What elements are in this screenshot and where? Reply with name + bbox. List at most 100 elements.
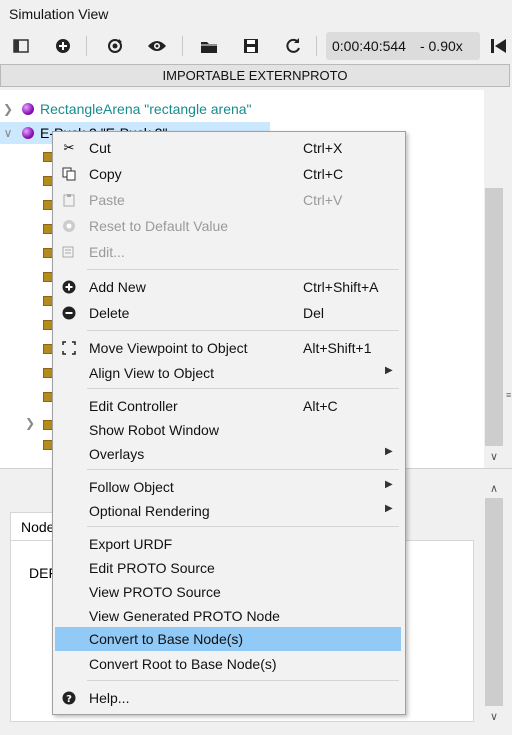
tree-item-label: RectangleArena "rectangle arena": [40, 101, 252, 117]
window-title: Simulation View: [9, 6, 109, 22]
menu-item-align-view[interactable]: Align View to Object ▶: [55, 361, 401, 385]
menu-separator: [87, 269, 399, 270]
chevron-right-icon[interactable]: ❯: [22, 416, 38, 430]
menu-item-label: Cut: [89, 140, 111, 156]
menu-item-overlays[interactable]: Overlays ▶: [55, 442, 401, 466]
step-back-icon[interactable]: [486, 33, 512, 59]
open-folder-icon[interactable]: [196, 33, 222, 59]
simulation-time: 0:00:40:544: [332, 38, 406, 54]
menu-item-optional-rendering[interactable]: Optional Rendering ▶: [55, 499, 401, 523]
menu-item-label: View PROTO Source: [89, 584, 221, 600]
menu-separator: [87, 469, 399, 470]
delete-icon: [61, 305, 77, 321]
paste-icon: [61, 192, 77, 208]
menu-item-shortcut: Del: [303, 305, 325, 321]
menu-separator: [87, 330, 399, 331]
scrollbar-thumb[interactable]: [485, 498, 503, 706]
menu-item-label: Export URDF: [89, 536, 173, 552]
menu-item-label: View Generated PROTO Node: [89, 608, 280, 624]
scroll-up-icon[interactable]: ∧: [484, 482, 504, 495]
menu-item-label: Edit PROTO Source: [89, 560, 215, 576]
scrollbar-thumb[interactable]: [485, 188, 503, 446]
menu-item-reset-default: Reset to Default Value: [55, 214, 401, 238]
proto-node-icon: [22, 127, 34, 139]
editor-scrollbar[interactable]: ∧ ∨: [484, 478, 504, 735]
toolbar: 0:00:40:544 - 0.90x: [0, 29, 512, 63]
menu-item-view-generated-proto[interactable]: View Generated PROTO Node: [55, 604, 401, 628]
toolbar-separator: [316, 36, 317, 56]
submenu-arrow-icon: ▶: [385, 479, 393, 490]
chevron-right-icon[interactable]: ❯: [0, 102, 16, 116]
reload-icon[interactable]: [280, 33, 306, 59]
menu-item-edit-controller[interactable]: Edit Controller Alt+C: [55, 394, 401, 418]
submenu-arrow-icon: ▶: [385, 446, 393, 457]
menu-item-label: Copy: [89, 166, 122, 182]
menu-item-help[interactable]: ? Help...: [55, 686, 401, 710]
menu-item-label: Convert to Base Node(s): [89, 631, 244, 647]
menu-item-paste: Paste Ctrl+V: [55, 188, 401, 212]
chevron-down-icon[interactable]: ∨: [0, 126, 16, 140]
menu-item-shortcut: Ctrl+V: [303, 192, 343, 208]
menu-item-label: Overlays: [89, 446, 145, 462]
menu-item-edit-proto-source[interactable]: Edit PROTO Source: [55, 556, 401, 580]
simulation-time-display: 0:00:40:544 - 0.90x: [326, 32, 480, 60]
toolbar-separator: [86, 36, 87, 56]
menu-separator: [87, 680, 399, 681]
save-icon[interactable]: [238, 33, 264, 59]
menu-item-label: Move Viewpoint to Object: [89, 340, 248, 356]
menu-item-shortcut: Alt+C: [303, 398, 338, 414]
menu-item-label: Add New: [89, 279, 146, 295]
copy-icon: [61, 166, 77, 182]
visibility-icon[interactable]: [144, 33, 170, 59]
importable-externproto-bar[interactable]: IMPORTABLE EXTERNPROTO: [0, 64, 510, 87]
scissors-icon: ✂: [63, 140, 75, 155]
add-icon: [61, 279, 77, 295]
edit-icon: [61, 244, 77, 260]
menu-separator: [87, 388, 399, 389]
menu-item-label: Convert Root to Base Node(s): [89, 656, 277, 672]
help-icon: ?: [61, 690, 77, 706]
menu-item-shortcut: Ctrl+Shift+A: [303, 279, 379, 295]
menu-item-export-urdf[interactable]: Export URDF: [55, 532, 401, 556]
menu-item-shortcut: Ctrl+X: [303, 140, 343, 156]
menu-item-convert-to-base[interactable]: Convert to Base Node(s): [55, 627, 401, 651]
menu-item-cut[interactable]: ✂ Cut Ctrl+X: [55, 136, 401, 160]
resize-grip-icon[interactable]: ≡: [506, 390, 511, 400]
menu-item-label: Delete: [89, 305, 130, 321]
menu-item-convert-root-to-base[interactable]: Convert Root to Base Node(s): [55, 652, 401, 676]
sidebar-toggle-icon[interactable]: [8, 33, 34, 59]
menu-item-label: Edit Controller: [89, 398, 178, 414]
menu-item-edit: Edit...: [55, 240, 401, 264]
menu-item-label: Help...: [89, 690, 130, 706]
svg-text:?: ?: [66, 694, 72, 705]
menu-item-shortcut: Alt+Shift+1: [303, 340, 372, 356]
menu-item-label: Paste: [89, 192, 125, 208]
menu-item-label: Reset to Default Value: [89, 218, 229, 234]
menu-item-shortcut: Ctrl+C: [303, 166, 344, 182]
submenu-arrow-icon: ▶: [385, 365, 393, 376]
menu-item-label: Optional Rendering: [89, 503, 210, 519]
tab-node-label: Node: [21, 519, 55, 535]
reset-view-icon[interactable]: [102, 33, 128, 59]
tree-item-rectangle-arena[interactable]: ❯ RectangleArena "rectangle arena": [0, 98, 252, 120]
menu-item-show-robot-window[interactable]: Show Robot Window: [55, 418, 401, 442]
tree-scrollbar[interactable]: ∨: [484, 90, 504, 468]
viewpoint-icon: [61, 340, 77, 356]
simulation-speed: - 0.90x: [419, 38, 463, 54]
menu-item-follow-object[interactable]: Follow Object ▶: [55, 475, 401, 499]
context-menu: ✂ Cut Ctrl+X Copy Ctrl+C Paste Ctrl+V Re…: [52, 131, 406, 715]
menu-item-delete[interactable]: Delete Del: [55, 301, 401, 325]
menu-item-copy[interactable]: Copy Ctrl+C: [55, 162, 401, 186]
submenu-arrow-icon: ▶: [385, 503, 393, 514]
toolbar-separator: [182, 36, 183, 56]
scroll-down-icon[interactable]: ∨: [484, 710, 504, 723]
menu-item-view-proto-source[interactable]: View PROTO Source: [55, 580, 401, 604]
add-node-icon[interactable]: [50, 33, 76, 59]
menu-item-move-viewpoint[interactable]: Move Viewpoint to Object Alt+Shift+1: [55, 336, 401, 360]
menu-item-label: Show Robot Window: [89, 422, 219, 438]
reset-icon: [61, 218, 77, 234]
menu-separator: [87, 526, 399, 527]
scroll-down-icon[interactable]: ∨: [484, 450, 504, 463]
menu-item-add-new[interactable]: Add New Ctrl+Shift+A: [55, 275, 401, 299]
proto-node-icon: [22, 103, 34, 115]
